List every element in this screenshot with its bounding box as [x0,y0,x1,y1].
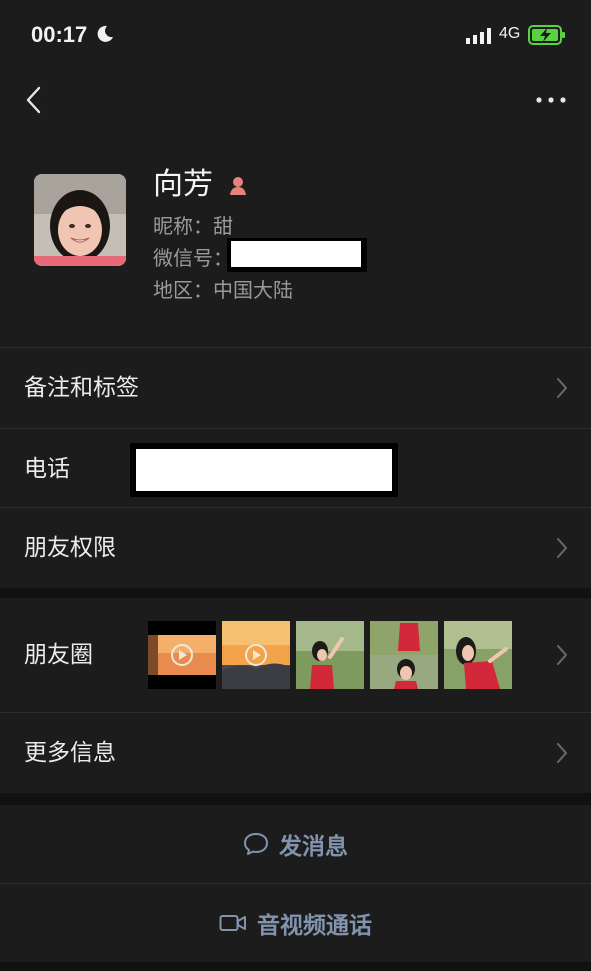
battery-charging-icon [528,25,565,45]
row-label: 备注和标签 [24,375,139,401]
send-message-button[interactable]: 发消息 [0,805,591,883]
chevron-right-icon [557,378,567,398]
send-message-label: 发消息 [279,834,348,860]
avatar-image [34,174,126,266]
video-camera-icon [219,915,246,931]
row-remark-tags[interactable]: 备注和标签 [0,348,591,428]
section-gap [0,588,591,598]
chevron-right-icon [557,645,567,665]
contact-name: 向芳 [153,167,213,202]
moment-thumbnail[interactable] [296,621,364,689]
moment-thumbnail[interactable] [444,621,512,689]
contact-profile-screen: 00:17 4G 向芳 昵称：甜 微信号： 地区：中国大陆 备注和标签 电话 朋… [0,0,591,971]
section-gap [0,793,591,805]
moment-thumbnail[interactable] [148,621,216,689]
phone-redacted [130,443,398,497]
chevron-right-icon [557,743,567,763]
avatar[interactable] [34,174,126,266]
wechat-id-redacted [227,238,367,272]
status-bar: 00:17 4G [0,0,591,72]
status-time: 00:17 [31,22,88,47]
moment-thumbnail[interactable] [370,621,438,689]
chat-bubble-icon [244,833,268,855]
video-call-button[interactable]: 音视频通话 [0,884,591,962]
row-label: 朋友权限 [24,535,116,561]
back-icon [26,86,41,114]
female-icon [230,177,246,195]
more-icon [536,97,566,103]
more-button[interactable] [533,88,569,112]
moments-thumbnails[interactable] [148,621,512,691]
back-button[interactable] [18,84,48,116]
row-friend-permissions[interactable]: 朋友权限 [0,508,591,588]
region: 地区：中国大陆 [153,278,293,302]
row-label: 朋友圈 [24,642,93,668]
network-type: 4G [499,25,521,42]
moment-thumbnail[interactable] [222,621,290,689]
section-gap [0,962,591,971]
signal-icon [466,28,491,44]
moon-icon [97,25,113,42]
row-more-info[interactable]: 更多信息 [0,713,591,793]
wechat-id-label: 微信号： [153,246,233,270]
video-call-label: 音视频通话 [257,913,372,939]
row-label: 更多信息 [24,740,116,766]
nickname: 昵称：甜 [153,214,233,238]
row-label: 电话 [24,456,70,482]
chevron-right-icon [557,538,567,558]
